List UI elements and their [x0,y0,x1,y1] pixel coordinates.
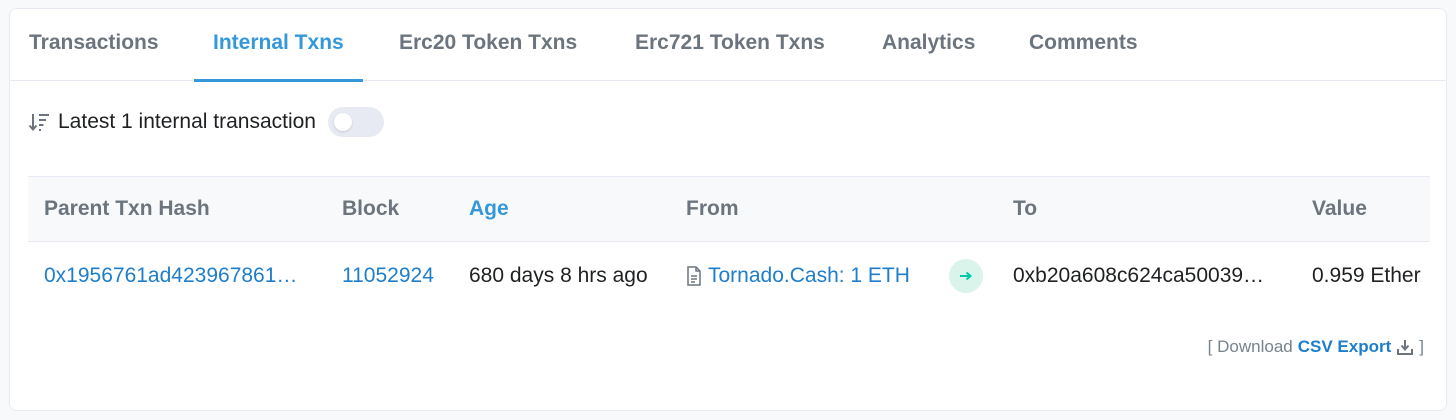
to-address[interactable]: 0xb20a608c624ca50039… [1013,242,1283,310]
col-from: From [686,197,739,220]
filter-row: Latest 1 internal transaction [28,107,384,137]
value-amount: 0.959 Ether [1312,264,1421,287]
col-value: Value [1312,197,1367,220]
tab-analytics[interactable]: Analytics [882,9,975,81]
toggle-switch[interactable] [328,107,384,137]
csv-export-link[interactable]: CSV Export [1298,337,1392,357]
download-icon[interactable] [1397,339,1414,355]
table-row: 0x1956761ad423967861… 11052924 680 days … [28,242,1430,310]
toggle-knob [334,113,352,131]
download-suffix: ] [1419,337,1424,356]
tab-comments[interactable]: Comments [1029,9,1138,81]
from-address-link[interactable]: Tornado.Cash: 1 ETH [708,242,910,310]
tab-transactions[interactable]: Transactions [29,9,159,81]
contract-file-icon [687,266,701,286]
csv-export-footer: [ Download CSV Export ] [1208,337,1424,357]
col-age[interactable]: Age [469,177,509,241]
tab-internal-txns[interactable]: Internal Txns [194,9,363,82]
parent-txn-hash-link[interactable]: 0x1956761ad423967861… [44,242,314,310]
age-value: 680 days 8 hrs ago [469,264,648,287]
internal-txns-card: Transactions Internal Txns Erc20 Token T… [9,8,1447,411]
from-cell: Tornado.Cash: 1 ETH [686,242,910,310]
sort-down-icon[interactable] [28,111,50,133]
col-parent-txn-hash: Parent Txn Hash [44,197,210,220]
filter-label: Latest 1 internal transaction [58,110,316,133]
tab-bar: Transactions Internal Txns Erc20 Token T… [10,9,1446,82]
col-block: Block [342,197,400,220]
block-link[interactable]: 11052924 [342,242,434,310]
tab-erc20-token-txns[interactable]: Erc20 Token Txns [399,9,577,81]
arrow-right-icon [960,271,973,281]
table-header: Parent Txn Hash Block Age From To Value [28,176,1430,242]
col-to: To [1013,197,1038,220]
tab-erc721-token-txns[interactable]: Erc721 Token Txns [635,9,825,81]
internal-txns-table: Parent Txn Hash Block Age From To Value … [28,176,1430,310]
download-prefix: [ Download [1207,337,1293,356]
direction-badge [949,259,983,293]
